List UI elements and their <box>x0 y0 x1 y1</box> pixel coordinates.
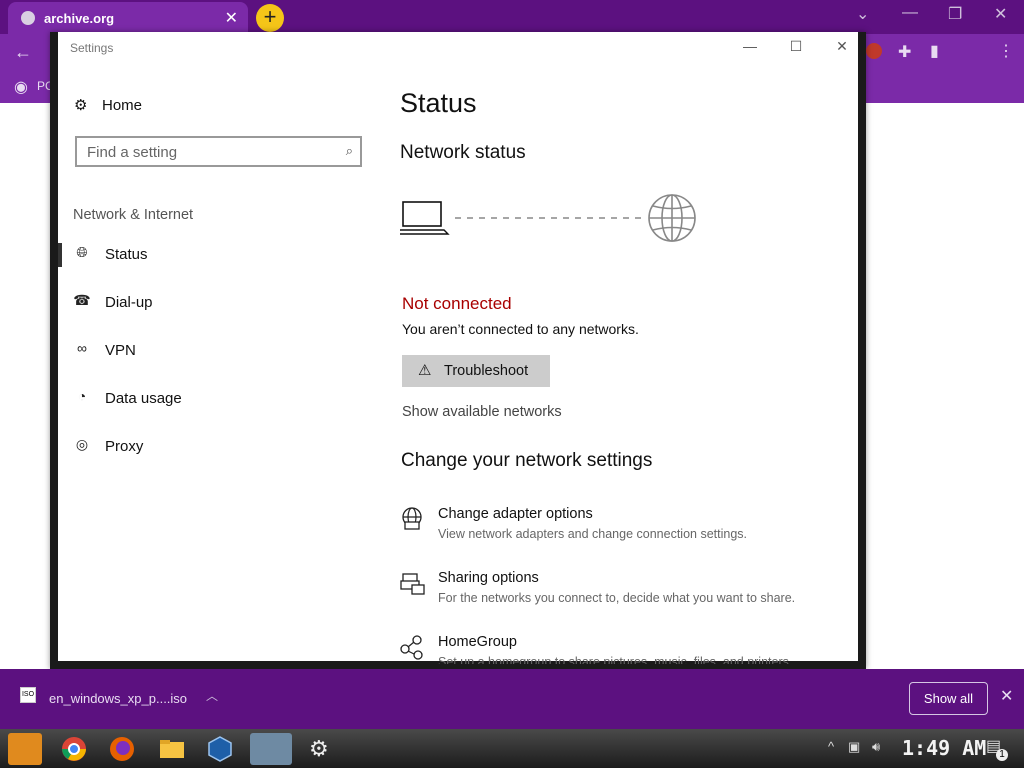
minimize-button[interactable]: — <box>735 38 765 54</box>
network-diagram <box>400 194 696 242</box>
sharing-icon <box>400 573 425 595</box>
nav-home[interactable]: ⚙ Home <box>74 96 142 114</box>
option-title: Change adapter options <box>438 506 593 522</box>
extensions-puzzle-icon[interactable]: ✚ <box>898 42 911 62</box>
troubleshoot-button[interactable]: ⚠ Troubleshoot <box>402 355 550 387</box>
page-title: Status <box>400 88 477 118</box>
option-description: View network adapters and change connect… <box>438 527 747 541</box>
selected-indicator <box>58 243 62 267</box>
side-panel-icon[interactable]: ▮ <box>930 41 939 61</box>
nav-item-proxy[interactable]: ◎ Proxy <box>58 433 368 463</box>
nav-item-dial-up[interactable]: ☎︎ Dial-up <box>58 289 368 319</box>
firefox-app-icon[interactable] <box>106 733 140 765</box>
globe-status-icon: 🌐︎ <box>76 244 88 260</box>
nav-item-label: VPN <box>105 342 136 359</box>
nav-item-label: Data usage <box>105 390 182 407</box>
xp-vm-app-icon[interactable] <box>250 733 292 765</box>
archive-favicon-icon <box>21 11 35 25</box>
chevron-up-icon[interactable]: ︿ <box>206 687 218 704</box>
option-homegroup[interactable]: HomeGroup Set up a homegroup to share pi… <box>400 634 840 664</box>
browser-tab[interactable]: archive.org ✕ <box>8 2 248 34</box>
back-icon[interactable]: ← <box>14 42 32 63</box>
browser-minimize-icon[interactable]: — <box>902 4 918 22</box>
nav-item-label: Proxy <box>105 438 144 455</box>
file-explorer-icon[interactable] <box>156 733 190 765</box>
tray-chevron-up-icon[interactable]: ^ <box>828 739 834 754</box>
warning-icon: ⚠ <box>418 362 432 379</box>
homegroup-icon <box>400 635 423 660</box>
show-available-networks-link[interactable]: Show available networks <box>402 404 562 420</box>
nav-item-data-usage[interactable]: ◔ Data usage <box>58 385 368 415</box>
virtualbox-app-icon[interactable] <box>204 733 238 765</box>
taskbar: ⚙ ^ ▣ 🔊︎ 1:49 AM ▤ 1 <box>0 729 1024 768</box>
option-title: HomeGroup <box>438 634 517 650</box>
browser-tab-strip: archive.org ✕ + ⌄ — ❐ ✕ <box>0 0 1024 34</box>
nav-item-label: Status <box>105 246 148 263</box>
chrome-app-icon[interactable] <box>58 733 92 765</box>
vpn-icon: ∞ <box>77 340 87 356</box>
section-heading: Network & Internet <box>73 207 194 223</box>
network-status-heading: Network status <box>400 142 526 163</box>
gear-icon: ⚙ <box>309 736 329 761</box>
nav-item-label: Dial-up <box>105 294 153 311</box>
tab-search-icon[interactable]: ⌄ <box>856 4 869 24</box>
download-file-name[interactable]: en_windows_xp_p....iso <box>49 691 187 706</box>
tab-close-icon[interactable]: ✕ <box>225 8 238 28</box>
option-change-adapter[interactable]: Change adapter options View network adap… <box>400 506 840 556</box>
bookmark-globe-icon[interactable]: ◉ <box>14 77 28 97</box>
globe-icon: ◎ <box>75 436 89 452</box>
show-all-button[interactable]: Show all <box>909 682 988 715</box>
extension-avatar-icon[interactable] <box>866 43 882 59</box>
new-tab-button[interactable]: + <box>256 4 284 32</box>
browser-menu-icon[interactable]: ⋮ <box>998 41 1014 61</box>
browser-close-icon[interactable]: ✕ <box>994 4 1007 24</box>
close-button[interactable]: ✕ <box>827 38 857 55</box>
adapter-icon <box>402 507 422 530</box>
option-description: For the networks you connect to, decide … <box>438 591 796 605</box>
troubleshoot-label: Troubleshoot <box>444 363 529 379</box>
option-description: Set up a homegroup to share pictures, mu… <box>438 655 793 664</box>
volume-icon[interactable]: 🔊︎ <box>872 739 880 755</box>
not-connected-description: You aren’t connected to any networks. <box>402 321 639 337</box>
settings-app-icon[interactable]: ⚙ <box>302 733 336 765</box>
dial-up-icon: ☎︎ <box>73 292 91 308</box>
start-button[interactable] <box>8 733 42 765</box>
window-title: Settings <box>70 41 114 55</box>
download-bar-close-icon[interactable]: ✕ <box>1000 686 1013 706</box>
network-disconnected-icon[interactable]: ▣ <box>848 739 860 755</box>
settings-window: Settings — ☐ ✕ ⚙ Home Find a setting ⌕ Ne… <box>50 32 866 669</box>
data-usage-icon: ◔ <box>77 388 87 404</box>
download-bar: ISO en_windows_xp_p....iso ︿ Show all ✕ <box>0 669 1024 729</box>
tab-title: archive.org <box>44 11 115 26</box>
change-settings-heading: Change your network settings <box>401 450 653 471</box>
notification-count-badge: 1 <box>996 749 1008 761</box>
gear-icon: ⚙ <box>74 97 88 114</box>
browser-restore-icon[interactable]: ❐ <box>948 4 962 24</box>
option-title: Sharing options <box>438 570 539 586</box>
maximize-button[interactable]: ☐ <box>781 38 811 55</box>
iso-file-icon: ISO <box>20 687 36 703</box>
option-sharing[interactable]: Sharing options For the networks you con… <box>400 570 840 620</box>
home-label: Home <box>102 97 143 114</box>
search-icon: ⌕ <box>345 143 353 158</box>
nav-item-status[interactable]: 🌐︎ Status <box>58 241 368 271</box>
nav-item-vpn[interactable]: ∞ VPN <box>58 337 368 367</box>
internet-globe-icon <box>648 194 696 242</box>
search-input[interactable]: Find a setting ⌕ <box>75 136 362 167</box>
laptop-icon <box>400 201 450 235</box>
search-placeholder: Find a setting <box>87 144 178 161</box>
taskbar-clock[interactable]: 1:49 AM <box>902 736 986 760</box>
settings-content: Settings — ☐ ✕ ⚙ Home Find a setting ⌕ Ne… <box>58 32 858 664</box>
not-connected-status: Not connected <box>402 294 512 313</box>
